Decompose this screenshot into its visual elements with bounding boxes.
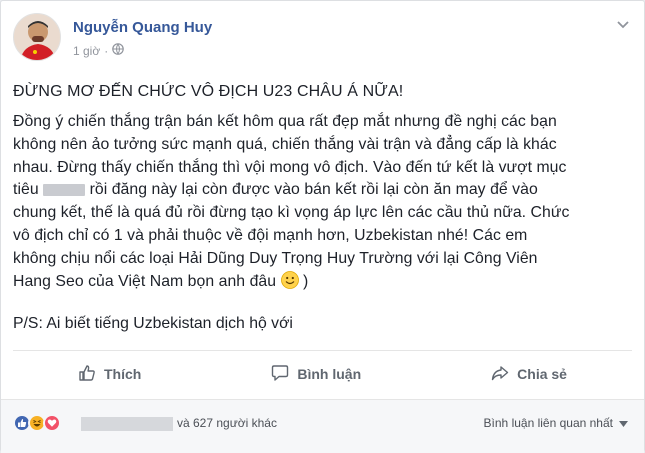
comment-sort-label: Bình luận liên quan nhất — [483, 416, 613, 430]
body-text: ) — [302, 272, 309, 290]
thumbs-up-icon — [78, 364, 96, 385]
like-label: Thích — [104, 366, 142, 382]
body-line: không chịu nổi các loại Hải Dũng Duy Trọ… — [13, 249, 538, 267]
love-reaction-icon — [43, 414, 61, 432]
body-text: rồi đăng này lại còn được vào bán kết rồ… — [89, 181, 538, 199]
avatar[interactable] — [13, 13, 61, 61]
reaction-others-count[interactable]: và 627 người khác — [177, 416, 277, 430]
post-actions: Thích Bình luận Chia sẻ — [13, 353, 632, 395]
post-header: Nguyễn Quang Huy 1 giờ · — [13, 13, 633, 63]
reaction-summary[interactable] — [13, 414, 61, 432]
smile-emoji-icon — [280, 270, 299, 297]
post-headline: ĐỪNG MƠ ĐẾN CHỨC VÔ ĐỊCH U23 CHÂU Á NỮA! — [13, 83, 404, 100]
comment-sort-dropdown[interactable]: Bình luận liên quan nhất — [484, 416, 628, 430]
divider — [13, 350, 632, 351]
post-time[interactable]: 1 giờ — [73, 44, 100, 58]
body-text: tiêu — [13, 181, 39, 199]
comment-bubble-icon — [271, 364, 289, 385]
meta-separator: · — [104, 43, 109, 58]
share-button[interactable]: Chia sẻ — [479, 358, 579, 391]
comment-label: Bình luận — [297, 366, 362, 382]
body-line: tiêu rồi đăng này lại còn được vào bán k… — [13, 179, 621, 202]
body-line: chung kết, thế là quá đủ rồi đừng tạo kì… — [13, 204, 570, 222]
post-card: Nguyễn Quang Huy 1 giờ · ĐỪNG MƠ ĐẾN CHỨ… — [0, 0, 645, 453]
post-footer: và 627 người khác Bình luận liên quan nh… — [1, 399, 644, 453]
share-arrow-icon — [491, 364, 509, 385]
post-meta: 1 giờ · — [73, 43, 125, 58]
share-label: Chia sẻ — [517, 366, 567, 382]
public-globe-icon[interactable] — [112, 43, 125, 58]
body-line: Hang Seo của Việt Nam bọn anh đâu ) — [13, 270, 621, 297]
body-text: Hang Seo của Việt Nam bọn anh đâu — [13, 272, 277, 290]
comment-button[interactable]: Bình luận — [259, 358, 373, 391]
post-options-chevron-icon[interactable] — [613, 17, 633, 33]
caret-down-icon — [619, 416, 628, 430]
body-line: nhau. Đừng thấy chiến thắng thì vội mong… — [13, 158, 567, 176]
post-ps: P/S: Ai biết tiếng Uzbekistan dịch hộ vớ… — [13, 315, 293, 332]
redacted-text — [43, 184, 86, 197]
like-button[interactable]: Thích — [66, 358, 153, 391]
body-line: Đồng ý chiến thắng trận bán kết hôm qua … — [13, 113, 557, 130]
body-line: vô địch chỉ có 1 và phải thuộc về đội mạ… — [13, 226, 528, 244]
redacted-names — [81, 417, 173, 431]
author-name[interactable]: Nguyễn Quang Huy — [73, 19, 212, 36]
body-line: không nên ảo tưởng sức mạnh quá, chiến t… — [13, 135, 557, 153]
post-body: Đồng ý chiến thắng trận bán kết hôm qua … — [13, 111, 621, 296]
